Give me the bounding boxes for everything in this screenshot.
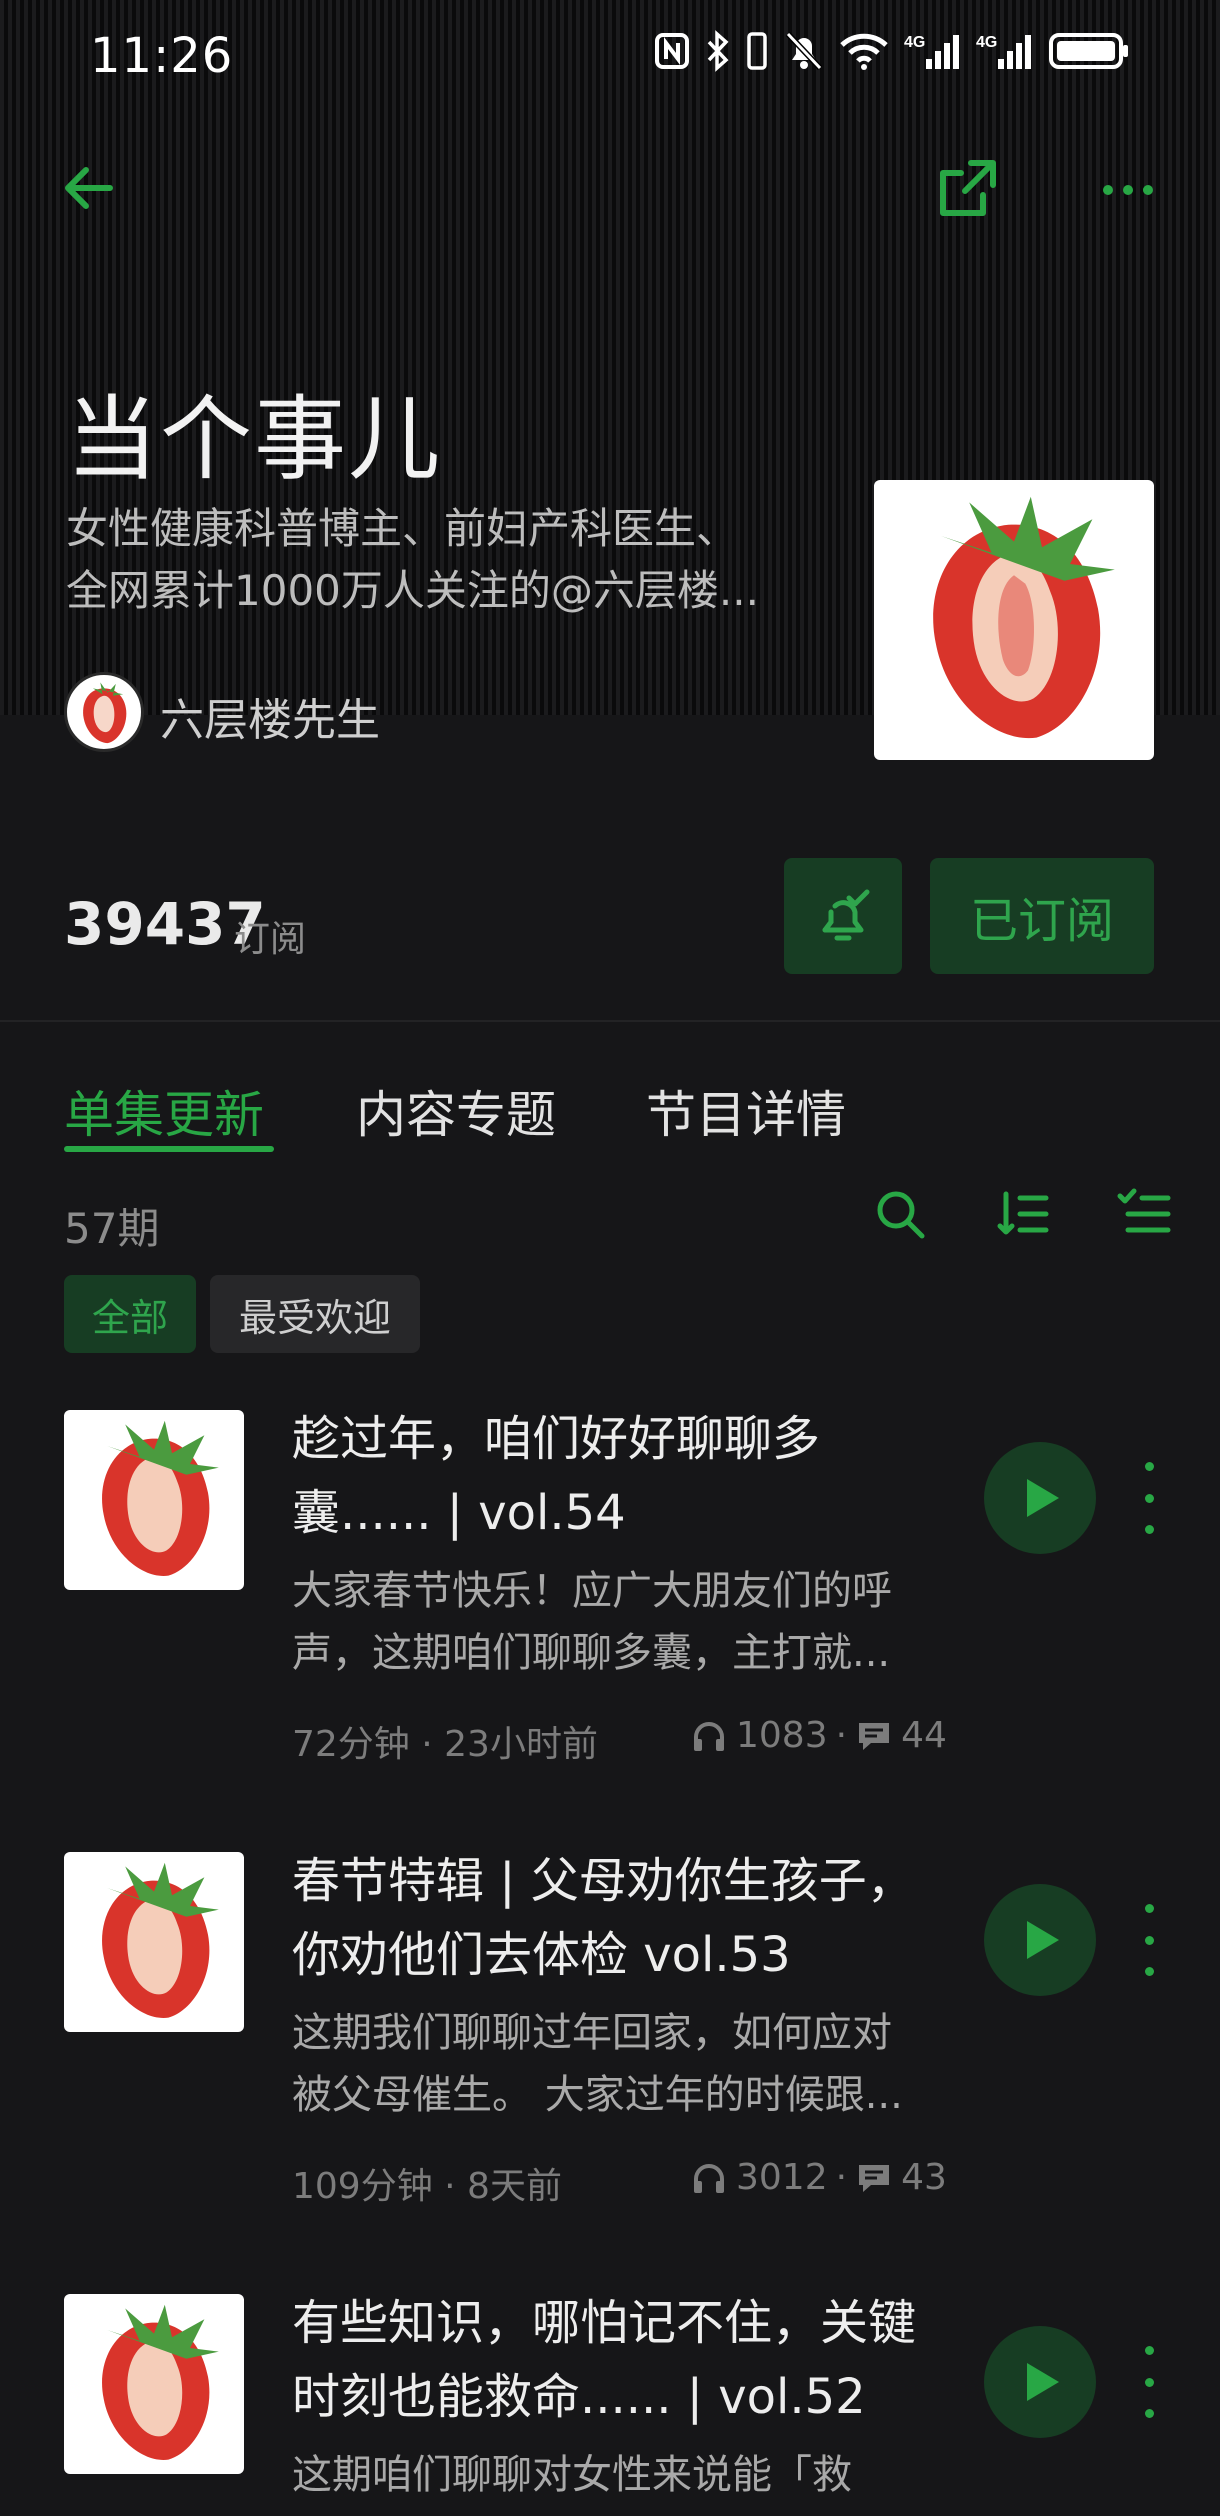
more-vertical-icon [1144,1462,1154,1471]
episode-title-line: 时刻也能救命...... | vol.52 [292,2369,866,2425]
episode-stats: 3012 · 43 [690,2157,947,2198]
play-count: 1083 [736,1715,828,1756]
tab-episodes[interactable]: 单集更新 [64,1075,264,1147]
strawberry-thumbnail-image [102,1420,219,1576]
episode-title-line: 春节特辑 | 父母劝你生孩子， [292,1853,915,1909]
comment-icon [859,2164,890,2192]
description-line: 女性健康科普博主、前妇产科医生、 [66,504,739,553]
description-line: 全网累计1000万人关注的@六层楼... [66,566,759,615]
episode-desc-line: 这期咱们聊聊对女性来说能「救 [292,2452,852,2498]
episode-item[interactable]: 趁过年，咱们好好聊聊多 囊...... | vol.54 大家春节快乐！应广大朋… [0,1410,1220,1830]
svg-text:4G: 4G [904,34,925,51]
tab-topics[interactable]: 内容专题 [356,1075,556,1147]
author-name[interactable]: 六层楼先生 [160,684,380,748]
episode-desc-line: 大家春节快乐！应广大朋友们的呼 [292,1568,892,1614]
bluetooth-icon [707,30,729,72]
separator: · [835,1715,848,1756]
play-icon [1027,2363,1059,2401]
more-horizontal-icon [1103,185,1153,195]
headphones-icon [694,1721,724,1751]
episode-title: 有些知识，哪怕记不住，关键 时刻也能救命...... | vol.52 [292,2294,952,2434]
divider [0,1020,1220,1022]
status-time: 11:26 [90,28,234,84]
strawberry-thumbnail-image [102,1862,219,2018]
episode-title-line: 你劝他们去体检 vol.53 [292,1927,791,1983]
mute-bell-icon [785,31,823,71]
arrow-left-icon [65,167,113,209]
play-button[interactable] [984,1884,1096,1996]
episode-thumbnail [64,1852,244,2032]
episode-title: 趁过年，咱们好好聊聊多 囊...... | vol.54 [292,1402,952,1550]
episode-thumbnail [64,1410,244,1590]
nfc-icon [655,33,689,69]
podcast-description[interactable]: 女性健康科普博主、前妇产科医生、 全网累计1000万人关注的@六层楼... [66,498,856,622]
svg-text:4G: 4G [976,34,997,51]
episode-meta: 109分钟 · 8天前 [292,2166,562,2207]
episode-description: 这期我们聊聊过年回家，如何应对 被父母催生。 大家过年的时候跟... [292,2002,952,2126]
more-vertical-icon [1144,2346,1154,2355]
author-avatar[interactable] [64,672,144,752]
episode-item[interactable]: 有些知识，哪怕记不住，关键 时刻也能救命...... | vol.52 这期咱们… [0,2294,1220,2516]
checklist-icon [1117,1188,1171,1233]
wifi-icon [840,33,888,70]
play-button[interactable] [984,1442,1096,1554]
episode-stats: 1083 · 44 [690,1715,947,1756]
vibrate-icon [747,32,767,70]
strawberry-icon [83,682,127,744]
play-count: 3012 [736,2157,828,2198]
play-icon [1027,1479,1059,1517]
play-icon [1027,1921,1059,1959]
episode-title: 春节特辑 | 父母劝你生孩子， 你劝他们去体检 vol.53 [292,1844,952,1992]
multi-select-button[interactable] [1116,1186,1172,1246]
episode-item[interactable]: 春节特辑 | 父母劝你生孩子， 你劝他们去体检 vol.53 这期我们聊聊过年回… [0,1852,1220,2272]
separator: · [835,2157,848,2198]
battery-icon [1049,33,1128,69]
bell-check-icon [822,889,870,941]
episode-description: 大家春节快乐！应广大朋友们的呼 声，这期咱们聊聊多囊，主打就... [292,1560,952,1684]
episode-description: 这期咱们聊聊对女性来说能「救 [292,2444,952,2506]
episode-more-button[interactable] [1134,1462,1164,1534]
more-button[interactable] [1100,180,1156,204]
more-vertical-icon [1144,1904,1154,1913]
filter-popular[interactable]: 最受欢迎 [210,1275,420,1353]
comment-icon [859,1722,890,1750]
search-icon [877,1191,925,1239]
episode-title-line: 囊...... | vol.54 [292,1485,626,1541]
back-button[interactable] [58,158,118,222]
share-external-icon [940,160,996,216]
tab-indicator [64,1146,274,1152]
sort-button[interactable] [996,1186,1052,1246]
comment-count: 43 [901,2157,947,2198]
share-button[interactable] [935,155,1001,225]
episode-desc-line: 这期我们聊聊过年回家，如何应对 [292,2010,892,2056]
episode-count: 57期 [64,1204,160,1253]
signal-4g-icon: 4G [976,34,1031,69]
status-icons: 4G 4G [652,30,1130,72]
search-button[interactable] [872,1186,928,1246]
tab-details[interactable]: 节目详情 [646,1075,846,1147]
headphones-icon [694,2163,724,2193]
notification-button[interactable] [784,858,902,974]
comment-count: 44 [901,1715,947,1756]
episode-title-line: 有些知识，哪怕记不住，关键 [292,2295,917,2351]
episode-desc-line: 声，这期咱们聊聊多囊，主打就... [292,1630,891,1676]
subscribed-button[interactable]: 已订阅 [930,858,1154,974]
play-button[interactable] [984,2326,1096,2438]
episode-more-button[interactable] [1134,2346,1164,2418]
podcast-title: 当个事儿 [66,386,443,493]
sort-icon [997,1191,1049,1235]
episode-title-line: 趁过年，咱们好好聊聊多 [292,1411,821,1467]
episode-desc-line: 被父母催生。 大家过年的时候跟... [292,2072,903,2118]
filter-all[interactable]: 全部 [64,1275,196,1353]
signal-4g-icon: 4G [904,34,959,69]
episode-more-button[interactable] [1134,1904,1164,1976]
podcast-cover [874,480,1154,760]
strawberry-cover-image [933,496,1115,739]
strawberry-thumbnail-image [102,2304,219,2460]
subscriber-label: 订阅 [234,919,307,960]
episode-meta: 72分钟 · 23小时前 [292,1724,598,1765]
episode-thumbnail [64,2294,244,2474]
